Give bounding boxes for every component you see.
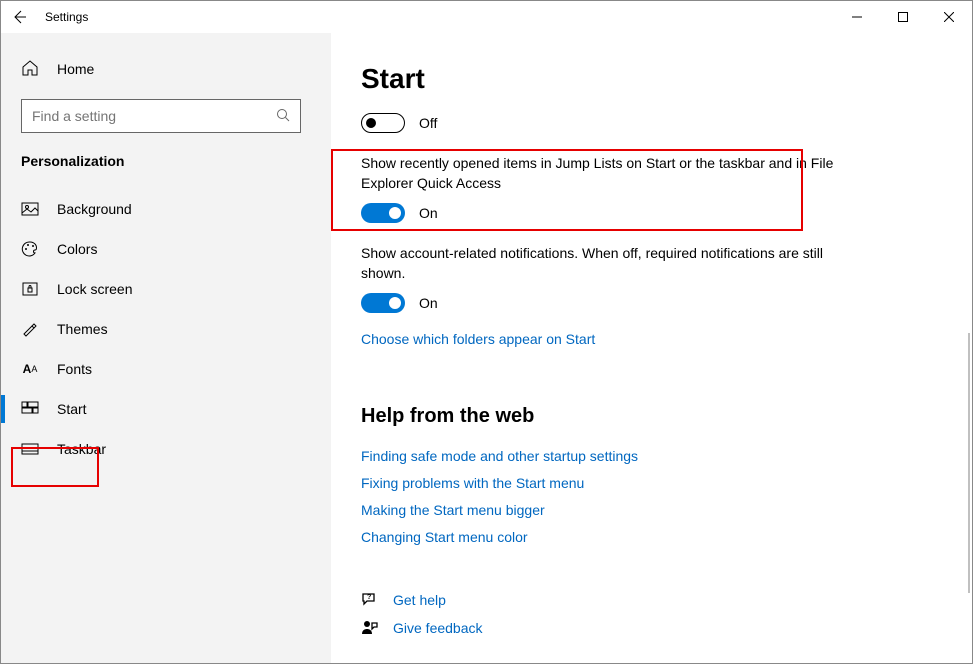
taskbar-icon [21,440,39,458]
back-icon[interactable] [11,9,27,25]
help-link-safe-mode[interactable]: Finding safe mode and other startup sett… [361,448,942,464]
picture-icon [21,200,39,218]
feedback-link[interactable]: Give feedback [393,620,483,636]
sidebar-item-label: Themes [57,321,108,337]
start-icon [21,400,39,418]
toggle-state: Off [419,115,437,131]
setting-jump-lists: Show recently opened items in Jump Lists… [361,153,942,223]
content-pane: Start Off Show recently opened items in … [331,33,972,663]
sidebar: Home Personalization Background C [1,33,331,663]
help-link-bigger-start[interactable]: Making the Start menu bigger [361,502,942,518]
toggle-fullscreen[interactable] [361,113,405,133]
lock-screen-icon [21,280,39,298]
window-controls [834,1,972,33]
themes-icon [21,320,39,338]
help-heading: Help from the web [361,405,942,428]
scrollbar[interactable] [968,333,970,593]
sidebar-item-label: Colors [57,241,97,257]
help-links: Finding safe mode and other startup sett… [361,448,942,545]
setting-label: Show recently opened items in Jump Lists… [361,153,841,193]
sidebar-nav: Background Colors Lock screen Themes AA … [1,189,331,469]
body: Home Personalization Background C [1,33,972,663]
fonts-icon: AA [21,360,39,378]
sidebar-item-start[interactable]: Start [1,389,331,429]
sidebar-item-label: Fonts [57,361,92,377]
search-icon [276,108,290,125]
toggle-state: On [419,295,438,311]
sidebar-item-lock-screen[interactable]: Lock screen [1,269,331,309]
sidebar-item-label: Background [57,201,132,217]
minimize-button[interactable] [834,1,880,33]
close-button[interactable] [926,1,972,33]
toggle-account-notifications[interactable] [361,293,405,313]
palette-icon [21,240,39,258]
help-link-fixing-start[interactable]: Fixing problems with the Start menu [361,475,942,491]
feedback-row[interactable]: Give feedback [361,619,942,637]
toggle-jump-lists[interactable] [361,203,405,223]
get-help-icon: ? [361,591,379,609]
window-title: Settings [45,10,88,24]
get-help-link[interactable]: Get help [393,592,446,608]
get-help-row[interactable]: ? Get help [361,591,942,609]
footer-links: ? Get help Give feedback [361,591,942,637]
link-choose-folders[interactable]: Choose which folders appear on Start [361,331,942,347]
toggle-state: On [419,205,438,221]
sidebar-item-colors[interactable]: Colors [1,229,331,269]
sidebar-section-title: Personalization [1,153,331,169]
selection-indicator [1,395,5,423]
help-link-start-color[interactable]: Changing Start menu color [361,529,942,545]
sidebar-item-fonts[interactable]: AA Fonts [1,349,331,389]
sidebar-item-label: Lock screen [57,281,132,297]
feedback-icon [361,619,379,637]
settings-window: Settings Home [0,0,973,664]
setting-fullscreen: Off [361,113,942,133]
search-input[interactable] [21,99,301,133]
sidebar-item-themes[interactable]: Themes [1,309,331,349]
sidebar-item-label: Taskbar [57,441,106,457]
maximize-button[interactable] [880,1,926,33]
search-field[interactable] [32,108,276,124]
svg-text:?: ? [367,594,371,601]
titlebar: Settings [1,1,972,33]
sidebar-item-background[interactable]: Background [1,189,331,229]
sidebar-home[interactable]: Home [1,49,331,89]
home-icon [21,59,39,80]
setting-account-notifications: Show account-related notifications. When… [361,243,942,313]
setting-label: Show account-related notifications. When… [361,243,841,283]
sidebar-item-taskbar[interactable]: Taskbar [1,429,331,469]
sidebar-home-label: Home [57,61,94,77]
page-title: Start [361,63,942,95]
sidebar-item-label: Start [57,401,87,417]
